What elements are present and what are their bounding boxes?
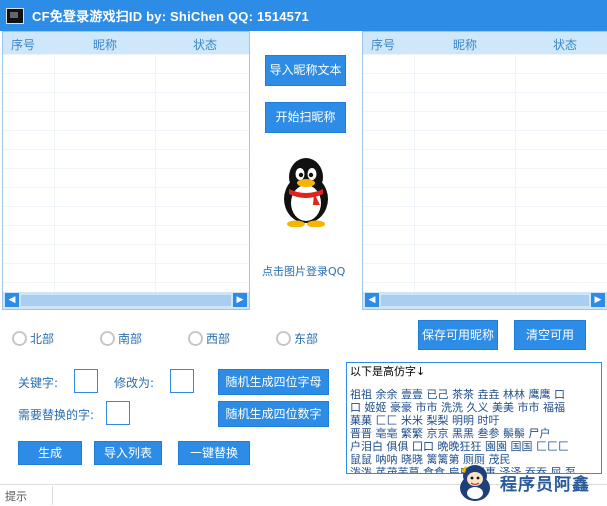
radio-label: 西部 xyxy=(206,332,231,346)
radio-circle[interactable] xyxy=(188,331,203,346)
keyword-input[interactable] xyxy=(74,369,98,393)
qq-login-link[interactable]: 点击图片登录QQ xyxy=(262,263,345,279)
status-divider xyxy=(52,486,53,505)
horizontal-scrollbar[interactable]: ◀ ▶ xyxy=(3,292,249,309)
column-divider xyxy=(414,54,415,292)
radio-label: 北部 xyxy=(30,332,55,346)
column-header-status[interactable]: 状态 xyxy=(193,36,217,53)
one-click-replace-button[interactable]: 一键替换 xyxy=(178,441,250,465)
generate-button[interactable]: 生成 xyxy=(18,441,82,465)
save-available-button[interactable]: 保存可用昵称 xyxy=(418,320,498,350)
radio-label: 南部 xyxy=(118,332,143,346)
radio-region-south[interactable]: 南部 xyxy=(100,330,142,347)
watermark-text: 程序员阿鑫 xyxy=(500,475,590,495)
random-four-digits-button[interactable]: 随机生成四位数字 xyxy=(218,401,329,427)
radio-circle[interactable] xyxy=(276,331,291,346)
nickname-list-left[interactable]: 序号 昵称 状态 ◀ ▶ xyxy=(2,31,250,310)
list-header: 序号 昵称 状态 xyxy=(3,32,249,54)
keyword-label: 关键字: xyxy=(18,376,59,390)
column-header-index[interactable]: 序号 xyxy=(371,36,395,53)
clear-available-button[interactable]: 清空可用 xyxy=(514,320,586,350)
textarea-line: 口 姬姬 豪豪 市市 洗洗 久义 美美 市市 福福 xyxy=(350,401,565,414)
textarea-line: 晋晋 亳亳 繁繁 京京 黑黑 叁参 鬃鬃 尸户 xyxy=(350,427,551,440)
replace-char-label: 需要替换的字: xyxy=(18,408,95,422)
scrollbar-thumb[interactable] xyxy=(21,295,231,306)
textarea-line: 以下是高仿字↓ xyxy=(350,365,426,378)
modify-to-input[interactable] xyxy=(170,369,194,393)
textarea-line: 祖祖 余余 壹壹 已己 茶茶 垚垚 林林 鹰鹰 口 xyxy=(350,388,565,401)
scrollbar-thumb[interactable] xyxy=(381,295,589,306)
scroll-left-icon[interactable]: ◀ xyxy=(365,293,379,307)
column-header-index[interactable]: 序号 xyxy=(11,36,35,53)
scroll-right-icon[interactable]: ▶ xyxy=(233,293,247,307)
column-divider xyxy=(155,54,156,292)
lookalike-chars-textarea[interactable]: 以下是高仿字↓ 祖祖 余余 壹壹 已己 茶茶 垚垚 林林 鹰鹰 口 口 姬姬 豪… xyxy=(346,362,602,474)
title-bar: CF免登录游戏扫ID by: ShiChen QQ: 1514571 xyxy=(0,0,607,31)
watermark-mascot-icon xyxy=(460,465,490,501)
list-grid xyxy=(363,54,607,292)
column-header-status[interactable]: 状态 xyxy=(553,36,577,53)
nickname-list-right[interactable]: 序号 昵称 状态 ◀ ▶ xyxy=(362,31,607,310)
import-list-button[interactable]: 导入列表 xyxy=(94,441,162,465)
modify-to-label: 修改为: xyxy=(114,376,155,390)
radio-circle[interactable] xyxy=(12,331,27,346)
scroll-right-icon[interactable]: ▶ xyxy=(591,293,605,307)
status-hint: 提示 xyxy=(5,490,27,503)
radio-region-north[interactable]: 北部 xyxy=(12,330,54,347)
list-header: 序号 昵称 状态 xyxy=(363,32,607,54)
horizontal-scrollbar[interactable]: ◀ ▶ xyxy=(363,292,607,309)
column-header-nickname[interactable]: 昵称 xyxy=(453,36,477,53)
import-nickname-text-button[interactable]: 导入昵称文本 xyxy=(265,55,346,86)
random-four-letters-button[interactable]: 随机生成四位字母 xyxy=(218,369,329,395)
list-grid xyxy=(3,54,249,292)
radio-region-east[interactable]: 东部 xyxy=(276,330,318,347)
column-header-nickname[interactable]: 昵称 xyxy=(93,36,117,53)
scroll-left-icon[interactable]: ◀ xyxy=(5,293,19,307)
replace-char-input[interactable] xyxy=(106,401,130,425)
radio-circle[interactable] xyxy=(100,331,115,346)
start-scan-button[interactable]: 开始扫昵称 xyxy=(265,102,346,133)
radio-region-west[interactable]: 西部 xyxy=(188,330,230,347)
textarea-line: 户泪白 俱俱 囗口 晩晚狂狂 園園 国国 匚匚匚 xyxy=(350,440,569,453)
radio-label: 东部 xyxy=(294,332,319,346)
column-divider xyxy=(515,54,516,292)
textarea-line: 菓菓 匚匚 米米 梨梨 明明 时吁 xyxy=(350,414,500,427)
qq-penguin-icon[interactable] xyxy=(276,155,336,227)
column-divider xyxy=(54,54,55,292)
app-icon xyxy=(6,7,24,24)
window-title: CF免登录游戏扫ID by: ShiChen QQ: 1514571 xyxy=(32,9,309,24)
